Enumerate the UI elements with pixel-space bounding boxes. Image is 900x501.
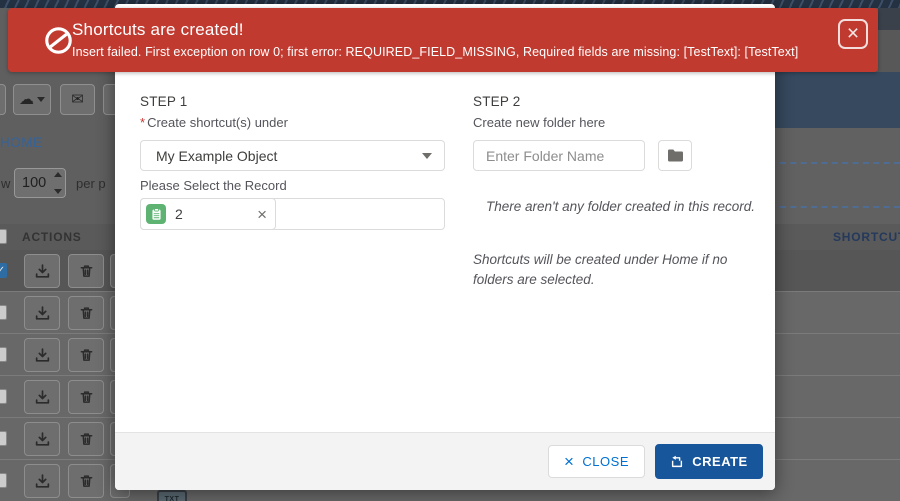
- object-select-dropdown[interactable]: My Example Object: [140, 140, 445, 171]
- record-pill[interactable]: 2 ×: [140, 198, 276, 230]
- delete-button[interactable]: [68, 464, 104, 498]
- record-pill-value: 2: [175, 206, 257, 222]
- error-toast-banner: Shortcuts are created! Insert failed. Fi…: [8, 8, 878, 72]
- row-checkbox[interactable]: [0, 347, 7, 362]
- step1-field-label-text: Create shortcut(s) under: [147, 115, 288, 130]
- ban-icon: [44, 26, 73, 55]
- row-checkbox[interactable]: [0, 473, 7, 488]
- step2-field-label: Create new folder here: [473, 115, 605, 130]
- banner-title: Shortcuts are created!: [72, 20, 798, 40]
- row-checkbox[interactable]: [0, 389, 7, 404]
- download-icon: [34, 473, 51, 490]
- folder-icon: [667, 148, 684, 163]
- mail-button[interactable]: ✉: [60, 84, 95, 115]
- banner-close-button[interactable]: ×: [838, 19, 868, 49]
- delete-button[interactable]: [68, 380, 104, 414]
- create-folder-button[interactable]: [658, 140, 692, 171]
- download-icon: [34, 263, 51, 280]
- step2-title: STEP 2: [473, 94, 520, 109]
- object-select-value: My Example Object: [156, 148, 277, 164]
- panel-header-band: [770, 72, 900, 128]
- chevron-down-icon: [422, 153, 432, 159]
- download-icon: [34, 431, 51, 448]
- close-button[interactable]: × CLOSE: [548, 445, 645, 478]
- delete-button[interactable]: [68, 338, 104, 372]
- default-home-note: Shortcuts will be created under Home if …: [473, 250, 765, 291]
- file-type-badge: TXT: [157, 490, 187, 501]
- download-button[interactable]: [24, 296, 60, 330]
- mail-icon: ✉: [71, 92, 84, 107]
- download-button[interactable]: [24, 254, 60, 288]
- no-folder-note: There aren't any folder created in this …: [486, 197, 758, 217]
- select-all-checkbox[interactable]: [0, 229, 7, 244]
- row-checkbox[interactable]: [0, 431, 7, 446]
- download-button[interactable]: [24, 422, 60, 456]
- dropzone-dashed-border: [780, 162, 900, 164]
- row-checkbox[interactable]: ✓: [0, 263, 7, 278]
- pagination-prefix-text: w: [1, 176, 10, 191]
- close-x-icon: ×: [847, 22, 859, 45]
- download-icon: [34, 347, 51, 364]
- download-icon: [34, 305, 51, 322]
- step1-field-label: *Create shortcut(s) under: [140, 115, 288, 130]
- delete-icon: [79, 389, 94, 405]
- folder-name-input[interactable]: [473, 140, 645, 171]
- page-background: [878, 8, 900, 30]
- pagination-suffix-text: per p: [76, 176, 106, 191]
- download-button[interactable]: [24, 464, 60, 498]
- delete-button[interactable]: [68, 296, 104, 330]
- banner-text-block: Shortcuts are created! Insert failed. Fi…: [72, 20, 798, 59]
- download-button[interactable]: [24, 338, 60, 372]
- download-icon: [34, 389, 51, 406]
- create-shortcut-modal: STEP 1 *Create shortcut(s) under My Exam…: [115, 4, 775, 490]
- delete-icon: [79, 305, 94, 321]
- page-size-stepper[interactable]: [52, 172, 64, 194]
- record-icon: [146, 204, 166, 224]
- close-x-icon: ×: [564, 453, 574, 470]
- delete-icon: [79, 431, 94, 447]
- stepper-down-icon[interactable]: [54, 189, 62, 194]
- banner-message: Insert failed. First exception on row 0;…: [72, 45, 798, 59]
- modal-footer: × CLOSE CREATE: [115, 432, 775, 490]
- remove-record-icon[interactable]: ×: [257, 206, 267, 223]
- close-button-label: CLOSE: [582, 454, 629, 469]
- download-button[interactable]: [24, 380, 60, 414]
- row-checkbox[interactable]: [0, 305, 7, 320]
- step1-title: STEP 1: [140, 94, 187, 109]
- toolbar-button-partial[interactable]: [0, 84, 6, 115]
- chevron-down-icon: [37, 97, 45, 102]
- cloud-download-button[interactable]: ☁: [13, 84, 51, 115]
- home-breadcrumb-link[interactable]: HOME: [0, 135, 43, 150]
- folder-dropzone-area: [775, 128, 900, 224]
- create-button-label: CREATE: [692, 454, 747, 469]
- delete-icon: [79, 263, 94, 279]
- delete-button[interactable]: [68, 422, 104, 456]
- shortcut-column-header: SHORTCUT: [833, 230, 900, 244]
- record-field-label: Please Select the Record: [140, 178, 287, 193]
- cloud-download-icon: ☁: [19, 92, 34, 107]
- dropzone-dashed-border: [780, 206, 900, 208]
- record-pill-container[interactable]: 2 ×: [140, 198, 445, 230]
- delete-icon: [79, 473, 94, 489]
- delete-icon: [79, 347, 94, 363]
- delete-button[interactable]: [68, 254, 104, 288]
- page-background: [878, 30, 900, 72]
- create-button[interactable]: CREATE: [655, 444, 763, 479]
- create-shortcut-icon: [670, 455, 684, 469]
- actions-column-header: ACTIONS: [22, 230, 82, 244]
- stepper-up-icon[interactable]: [54, 172, 62, 177]
- required-marker: *: [140, 115, 145, 130]
